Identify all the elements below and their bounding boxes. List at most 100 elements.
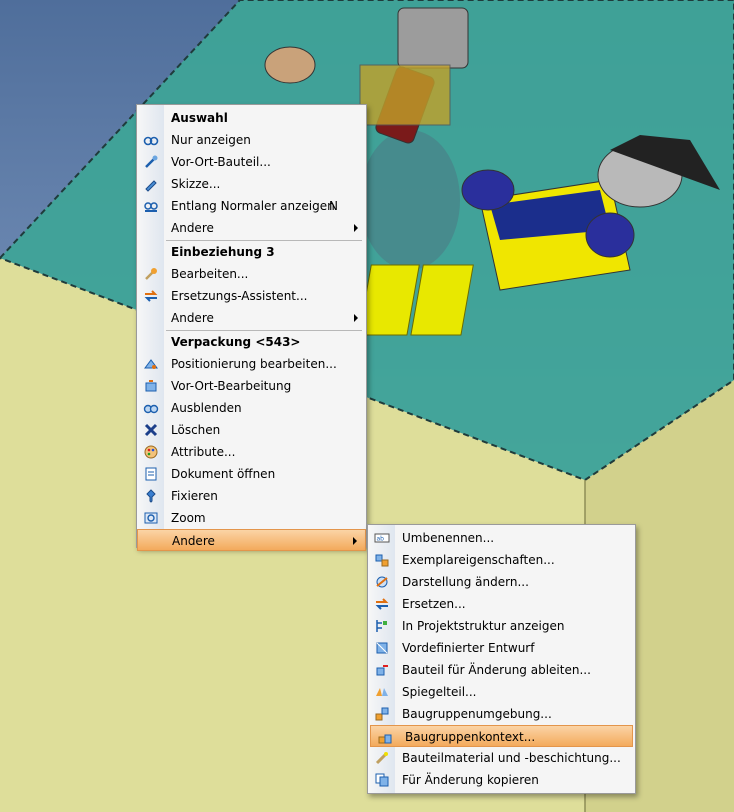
menu-item-label: Vor-Ort-Bearbeitung bbox=[171, 379, 292, 393]
submenu-item-baugruppenumgebung[interactable]: Baugruppenumgebung... bbox=[368, 703, 635, 725]
menu-item-bearbeiten[interactable]: Bearbeiten... bbox=[137, 263, 366, 285]
assembly-context-icon bbox=[377, 729, 393, 745]
submenu-item-baugruppenkontext[interactable]: Baugruppenkontext... bbox=[370, 725, 633, 747]
submenu-item-label: Für Änderung kopieren bbox=[402, 773, 539, 787]
view-normal-icon bbox=[143, 198, 159, 214]
menu-section-header-label: Auswahl bbox=[171, 111, 228, 125]
position-icon bbox=[143, 356, 159, 372]
menu-section-header-label: Verpackung <543> bbox=[171, 335, 301, 349]
submenu-arrow-icon bbox=[354, 224, 358, 232]
pin-icon bbox=[143, 488, 159, 504]
menu-section-header: Verpackung <543> bbox=[137, 331, 366, 353]
tree-structure-icon bbox=[374, 618, 390, 634]
copy-for-change-icon bbox=[374, 772, 390, 788]
mirror-part-icon bbox=[374, 684, 390, 700]
open-document-icon bbox=[143, 466, 159, 482]
submenu-item-label: Umbenennen... bbox=[402, 531, 495, 545]
figure-body-gold bbox=[359, 64, 451, 126]
menu-item-label: Zoom bbox=[171, 511, 206, 525]
menu-item-label: Löschen bbox=[171, 423, 221, 437]
svg-text:ab: ab bbox=[377, 536, 385, 543]
menu-item-label: Andere bbox=[171, 221, 214, 235]
submenu-item-ersetzen[interactable]: Ersetzen... bbox=[368, 593, 635, 615]
menu-item-shortcut: N bbox=[329, 199, 338, 213]
menu-item-andere[interactable]: Andere bbox=[137, 529, 366, 551]
submenu-item-bauteil-f-r-nderung-ableiten[interactable]: Bauteil für Änderung ableiten... bbox=[368, 659, 635, 681]
menu-item-positionierung-bearbeiten[interactable]: Positionierung bearbeiten... bbox=[137, 353, 366, 375]
submenu-item-spiegelteil[interactable]: Spiegelteil... bbox=[368, 681, 635, 703]
menu-item-label: Vor-Ort-Bauteil... bbox=[171, 155, 271, 169]
submenu-arrow-icon bbox=[354, 314, 358, 322]
rename-icon: ab bbox=[374, 530, 390, 546]
menu-item-vor-ort-bauteil[interactable]: Vor-Ort-Bauteil... bbox=[137, 151, 366, 173]
zoom-icon bbox=[143, 510, 159, 526]
predefined-design-icon bbox=[374, 640, 390, 656]
menu-section-header-label: Einbeziehung 3 bbox=[171, 245, 275, 259]
submenu-item-label: Baugruppenumgebung... bbox=[402, 707, 552, 721]
menu-item-andere[interactable]: Andere bbox=[137, 217, 366, 239]
tools-icon bbox=[143, 154, 159, 170]
assembly-environment-icon bbox=[374, 706, 390, 722]
submenu-item-vordefinierter-entwurf[interactable]: Vordefinierter Entwurf bbox=[368, 637, 635, 659]
menu-item-label: Ersetzungs-Assistent... bbox=[171, 289, 308, 303]
menu-item-label: Fixieren bbox=[171, 489, 218, 503]
pencil-icon bbox=[143, 176, 159, 192]
submenu-andere: ab Umbenennen... Exemplareigenschaften... D… bbox=[367, 524, 636, 794]
menu-item-vor-ort-bearbeitung[interactable]: Vor-Ort-Bearbeitung bbox=[137, 375, 366, 397]
menu-item-entlang-normaler-anzeigen[interactable]: Entlang Normaler anzeigen N bbox=[137, 195, 366, 217]
menu-item-label: Bearbeiten... bbox=[171, 267, 249, 281]
replace-arrows-icon bbox=[143, 288, 159, 304]
submenu-item-label: Baugruppenkontext... bbox=[405, 730, 536, 744]
derive-part-icon bbox=[374, 662, 390, 678]
submenu-item-darstellung-ndern[interactable]: Darstellung ändern... bbox=[368, 571, 635, 593]
menu-section-header: Auswahl bbox=[137, 107, 366, 129]
replace-icon bbox=[374, 596, 390, 612]
eye-glasses-icon bbox=[143, 132, 159, 148]
submenu-item-in-projektstruktur-anzeigen[interactable]: In Projektstruktur anzeigen bbox=[368, 615, 635, 637]
inplace-edit-icon bbox=[143, 378, 159, 394]
menu-item-label: Skizze... bbox=[171, 177, 221, 191]
submenu-item-label: Ersetzen... bbox=[402, 597, 466, 611]
submenu-item-umbenennen[interactable]: ab Umbenennen... bbox=[368, 527, 635, 549]
menu-item-label: Andere bbox=[171, 311, 214, 325]
menu-section-header: Einbeziehung 3 bbox=[137, 241, 366, 263]
submenu-arrow-icon bbox=[353, 537, 357, 545]
menu-item-ausblenden[interactable]: Ausblenden bbox=[137, 397, 366, 419]
menu-item-label: Nur anzeigen bbox=[171, 133, 251, 147]
hide-glasses-icon bbox=[143, 400, 159, 416]
figure-hand bbox=[264, 46, 316, 84]
hammer-head bbox=[397, 7, 469, 69]
submenu-item-label: In Projektstruktur anzeigen bbox=[402, 619, 565, 633]
submenu-item-label: Bauteil für Änderung ableiten... bbox=[402, 663, 591, 677]
menu-item-ersetzungs-assistent[interactable]: Ersetzungs-Assistent... bbox=[137, 285, 366, 307]
wrench-icon bbox=[143, 266, 159, 282]
submenu-item-f-r-nderung-kopieren[interactable]: Für Änderung kopieren bbox=[368, 769, 635, 791]
context-menu: Auswahl Nur anzeigen Vor-Ort-Bauteil... Ski… bbox=[136, 104, 367, 551]
menu-item-label: Dokument öffnen bbox=[171, 467, 276, 481]
menu-item-zoom[interactable]: Zoom bbox=[137, 507, 366, 529]
submenu-item-label: Exemplareigenschaften... bbox=[402, 553, 555, 567]
submenu-item-bauteilmaterial-und-beschichtung[interactable]: Bauteilmaterial und -beschichtung... bbox=[368, 747, 635, 769]
menu-item-label: Ausblenden bbox=[171, 401, 242, 415]
submenu-item-label: Bauteilmaterial und -beschichtung... bbox=[402, 751, 621, 765]
figure-shadow bbox=[360, 130, 460, 270]
palette-icon bbox=[143, 444, 159, 460]
menu-item-label: Andere bbox=[172, 534, 215, 548]
menu-item-label: Positionierung bearbeiten... bbox=[171, 357, 337, 371]
menu-item-fixieren[interactable]: Fixieren bbox=[137, 485, 366, 507]
menu-item-skizze[interactable]: Skizze... bbox=[137, 173, 366, 195]
submenu-item-label: Vordefinierter Entwurf bbox=[402, 641, 535, 655]
arm-right bbox=[585, 212, 635, 258]
menu-item-dokument-ffnen[interactable]: Dokument öffnen bbox=[137, 463, 366, 485]
menu-item-andere[interactable]: Andere bbox=[137, 307, 366, 329]
submenu-item-exemplareigenschaften[interactable]: Exemplareigenschaften... bbox=[368, 549, 635, 571]
menu-item-nur-anzeigen[interactable]: Nur anzeigen bbox=[137, 129, 366, 151]
submenu-item-label: Darstellung ändern... bbox=[402, 575, 529, 589]
menu-item-label: Entlang Normaler anzeigen bbox=[171, 199, 335, 213]
menu-item-l-schen[interactable]: Löschen bbox=[137, 419, 366, 441]
delete-x-icon bbox=[143, 422, 159, 438]
menu-item-attribute[interactable]: Attribute... bbox=[137, 441, 366, 463]
instance-properties-icon bbox=[374, 552, 390, 568]
submenu-item-label: Spiegelteil... bbox=[402, 685, 477, 699]
change-display-icon bbox=[374, 574, 390, 590]
